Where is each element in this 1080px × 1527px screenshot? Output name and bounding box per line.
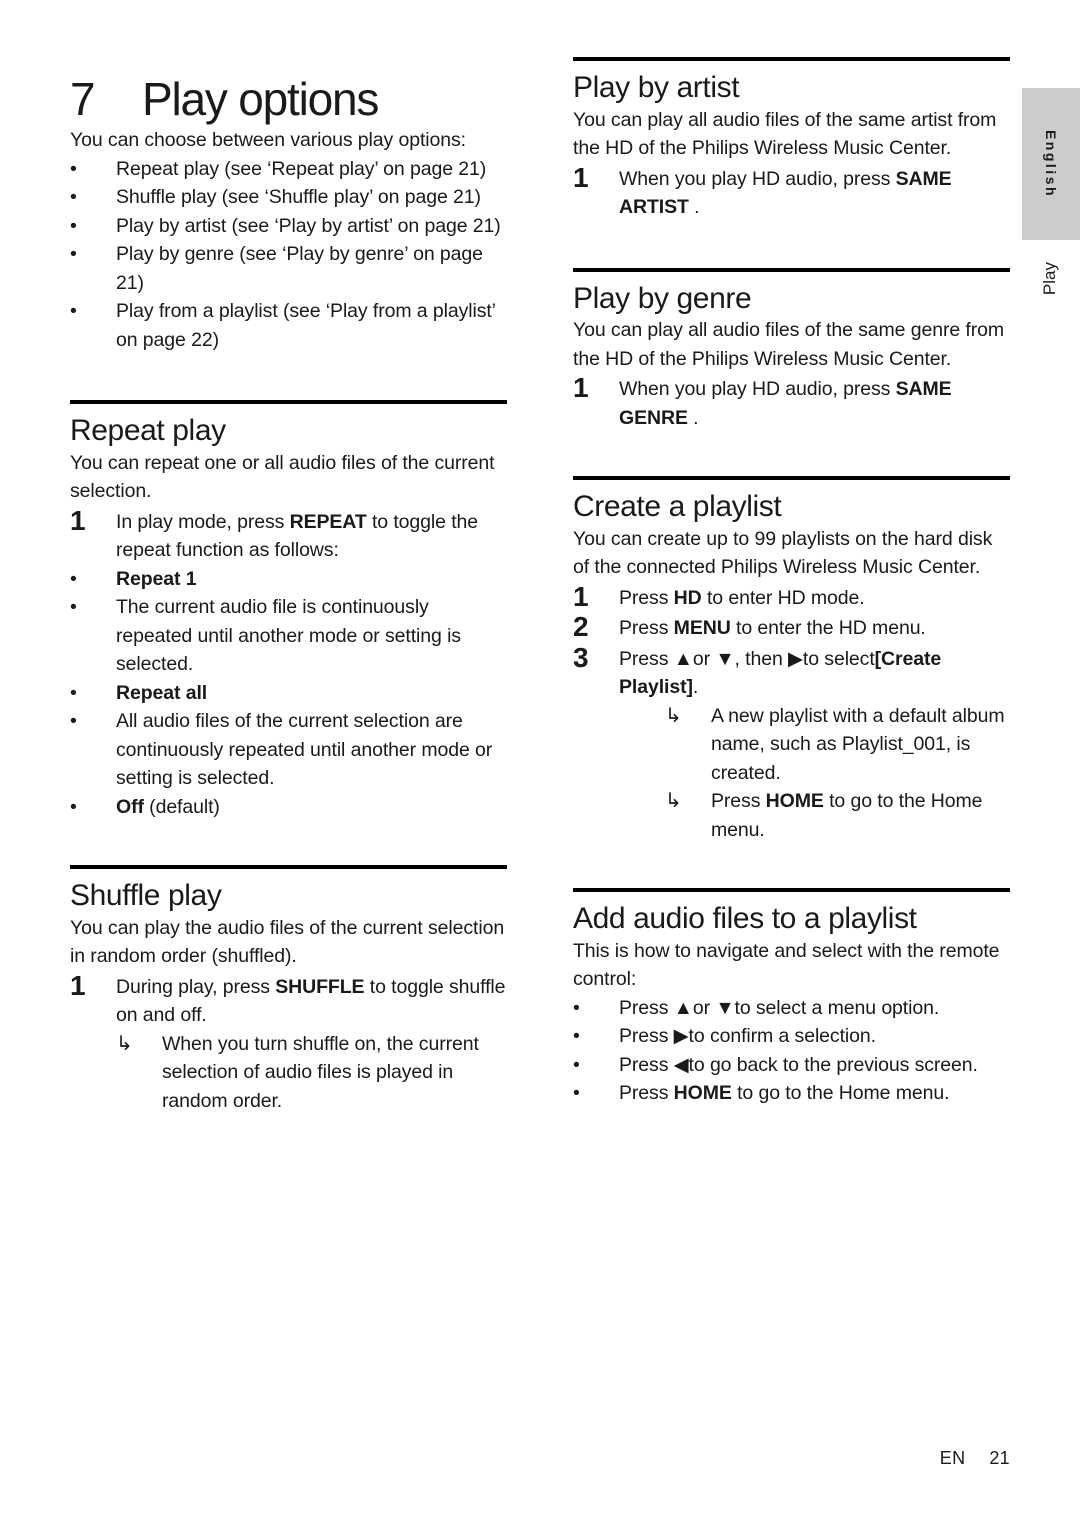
section-rule — [573, 57, 1010, 61]
repeat-play-intro: You can repeat one or all audio files of… — [70, 451, 495, 503]
section-heading-create-playlist: Create a playlist — [573, 490, 782, 523]
section-rule — [70, 400, 507, 404]
section-rule — [573, 267, 1010, 272]
step-text-post: . — [688, 196, 700, 218]
option-name: Repeat 1 — [116, 567, 197, 590]
list-text-pre: Press — [619, 1082, 674, 1104]
language-tab-label: English — [1043, 129, 1059, 199]
step-text-post: . — [687, 406, 699, 429]
option-desc: The current audio file is continuously r… — [116, 596, 461, 675]
key-label: MENU — [673, 617, 731, 639]
option-name: Off — [116, 795, 144, 818]
step-text-post: to enter HD mode. — [701, 586, 865, 609]
section-rule — [573, 476, 1010, 480]
key-label: HOME — [765, 790, 824, 812]
play-by-artist-steps: When you play HD audio, press SAME ARTIS… — [573, 163, 1010, 222]
create-playlist-intro: You can create up to 99 playlists on the… — [573, 527, 993, 579]
section-heading-play-by-artist: Play by artist — [573, 71, 740, 104]
section-heading-repeat-play: Repeat play — [70, 414, 226, 447]
step-text-pre: Press ▲or ▼, then ▶to select — [619, 647, 875, 670]
step-item: Press MENU to enter the HD menu. — [573, 612, 1010, 643]
list-item: Press ▲or ▼to select a menu option. — [573, 994, 1010, 1023]
list-item: Press ▶to confirm a selection. — [573, 1022, 1010, 1051]
step-text-pre: Press — [619, 586, 674, 609]
play-by-artist-intro: You can play all audio files of the same… — [573, 108, 997, 160]
right-column: Play by artist You can play all audio fi… — [573, 0, 1010, 1108]
option-desc: (default) — [143, 795, 220, 818]
step-item: When you play HD audio, press SAME ARTIS… — [573, 163, 1010, 222]
section-heading-add-audio-files: Add audio files to a playlist — [573, 902, 917, 935]
result-text-pre: Press — [711, 790, 766, 812]
add-audio-files-list-cont: Press HOME to go to the Home menu. — [573, 1079, 1010, 1108]
key-label: HOME — [673, 1082, 732, 1104]
option-desc: All audio files of the current selection… — [116, 710, 493, 789]
list-item: Repeat all — [70, 679, 507, 708]
result-item: A new playlist with a default album name… — [665, 702, 1010, 788]
step-text-pre: In play mode, press — [116, 510, 290, 533]
add-audio-files-sublist: Press ◀to go back to the previous screen… — [573, 1051, 1010, 1080]
repeat-play-steps: In play mode, press REPEAT to toggle the… — [70, 506, 507, 565]
step-text-pre: When you play HD audio, press — [619, 378, 896, 400]
list-item: Play from a playlist (see ‘Play from a p… — [70, 297, 507, 354]
create-playlist-steps: Press HD to enter HD mode. Press MENU to… — [573, 582, 1010, 845]
list-item: Play by genre (see ‘Play by genre’ on pa… — [70, 240, 507, 297]
section-rule — [573, 888, 1010, 892]
shuffle-play-results: When you turn shuffle on, the current se… — [70, 1030, 507, 1116]
step-text-post: to enter the HD menu. — [730, 617, 926, 639]
list-text-post: to go to the Home menu. — [731, 1082, 950, 1104]
play-options-list: Repeat play (see ‘Repeat play’ on page 2… — [70, 155, 507, 355]
play-by-genre-steps: When you play HD audio, press SAME GENRE… — [573, 373, 1010, 432]
intro-paragraph: You can choose between various play opti… — [70, 129, 466, 151]
chapter-tab-label: Play — [1040, 262, 1059, 296]
result-item: When you turn shuffle on, the current se… — [116, 1030, 507, 1116]
list-item: Repeat 1 — [70, 565, 507, 594]
list-item: Repeat play (see ‘Repeat play’ on page 2… — [70, 155, 507, 184]
section-heading-shuffle-play: Shuffle play — [70, 879, 222, 912]
result-item: Press HOME to go to the Home menu. — [665, 787, 1010, 844]
language-tab: English — [1022, 88, 1080, 240]
list-item: Shuffle play (see ‘Shuffle play’ on page… — [70, 183, 507, 212]
section-heading-play-by-genre: Play by genre — [573, 281, 752, 315]
left-column: 7 Play options You can choose between va… — [70, 0, 507, 1115]
list-item: Press ◀to go back to the previous screen… — [573, 1051, 1010, 1080]
section-rule — [70, 865, 507, 869]
create-playlist-results: A new playlist with a default album name… — [619, 702, 1010, 845]
footer-page-number: 21 — [989, 1448, 1010, 1468]
step-text-pre: When you play HD audio, press — [619, 167, 896, 190]
chapter-number: 7 — [70, 73, 96, 125]
footer-language-code: EN — [939, 1448, 966, 1468]
add-audio-files-intro: This is how to navigate and select with … — [573, 939, 1000, 991]
list-item: Off (default) — [70, 793, 507, 822]
step-item: In play mode, press REPEAT to toggle the… — [70, 506, 507, 565]
step-item: Press ▲or ▼, then ▶to select[Create Play… — [573, 643, 1010, 845]
step-text-pre: During play, press — [116, 975, 276, 998]
key-label: SHUFFLE — [275, 975, 365, 998]
step-text-pre: Press — [619, 617, 674, 639]
list-item: Press HOME to go to the Home menu. — [573, 1079, 1010, 1108]
step-item: Press HD to enter HD mode. — [573, 582, 1010, 613]
step-item: During play, press SHUFFLE to toggle shu… — [70, 971, 507, 1030]
key-label: HD — [673, 586, 702, 609]
option-name: Repeat all — [116, 681, 208, 704]
play-by-genre-intro: You can play all audio files of the same… — [573, 319, 1005, 370]
key-label: REPEAT — [289, 510, 367, 533]
step-item: When you play HD audio, press SAME GENRE… — [573, 373, 1010, 432]
step-text-post: . — [692, 676, 699, 698]
shuffle-play-intro: You can play the audio files of the curr… — [70, 916, 505, 968]
chapter-title: Play options — [142, 73, 379, 125]
chapter-heading: 7 Play options — [70, 72, 507, 126]
page-footer: EN 21 — [0, 1448, 1010, 1469]
repeat-options-list: Repeat 1 The current audio file is conti… — [70, 565, 507, 822]
manual-page: English Play 7 Play options You can choo… — [0, 0, 1080, 1527]
list-item: The current audio file is continuously r… — [70, 593, 507, 679]
list-item: All audio files of the current selection… — [70, 707, 507, 793]
add-audio-files-list: Press ▲or ▼to select a menu option. Pres… — [573, 994, 1010, 1051]
shuffle-play-steps: During play, press SHUFFLE to toggle shu… — [70, 971, 507, 1030]
list-item: Play by artist (see ‘Play by artist’ on … — [70, 212, 507, 241]
